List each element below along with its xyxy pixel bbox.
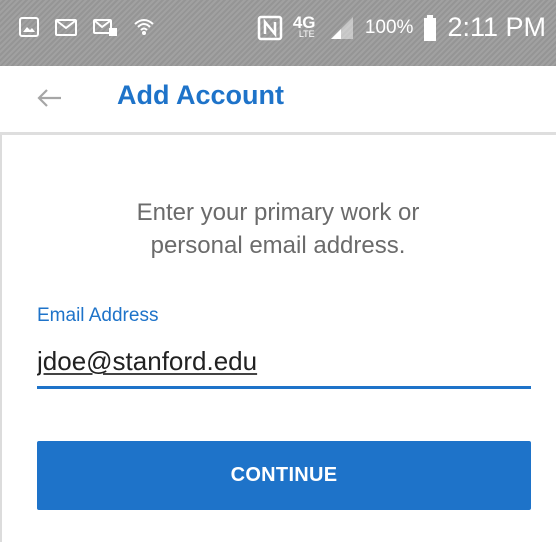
wifi-icon [132,16,156,38]
email-field[interactable] [37,337,531,389]
status-bar-right: 4G LTE 100% 2:11 PM [257,12,546,43]
email-field-label: Email Address [37,305,159,326]
message-icon [92,16,118,38]
prompt-line-2: personal email address. [150,232,406,259]
clock: 2:11 PM [447,12,546,42]
4g-lte-icon: 4G LTE [293,13,319,43]
gmail-icon [54,16,78,38]
battery-icon [423,14,437,42]
status-bar: 4G LTE 100% 2:11 PM [0,0,556,66]
nfc-icon [257,14,283,42]
back-button[interactable] [26,76,74,124]
add-account-screen: 4G LTE 100% 2:11 PM Add Account Enter yo… [0,0,556,542]
gallery-icon [18,16,40,38]
signal-icon [329,15,355,41]
arrow-left-icon [37,88,63,113]
continue-button[interactable]: CONTINUE [37,441,531,510]
email-prompt: Enter your primary work or personal emai… [0,196,556,262]
network-sub-label: LTE [298,28,315,39]
battery-percent: 100% [364,16,414,38]
status-bar-left [18,16,156,38]
page-title: Add Account [117,80,284,110]
app-bar: Add Account [0,66,556,135]
prompt-line-1: Enter your primary work or [136,199,420,226]
